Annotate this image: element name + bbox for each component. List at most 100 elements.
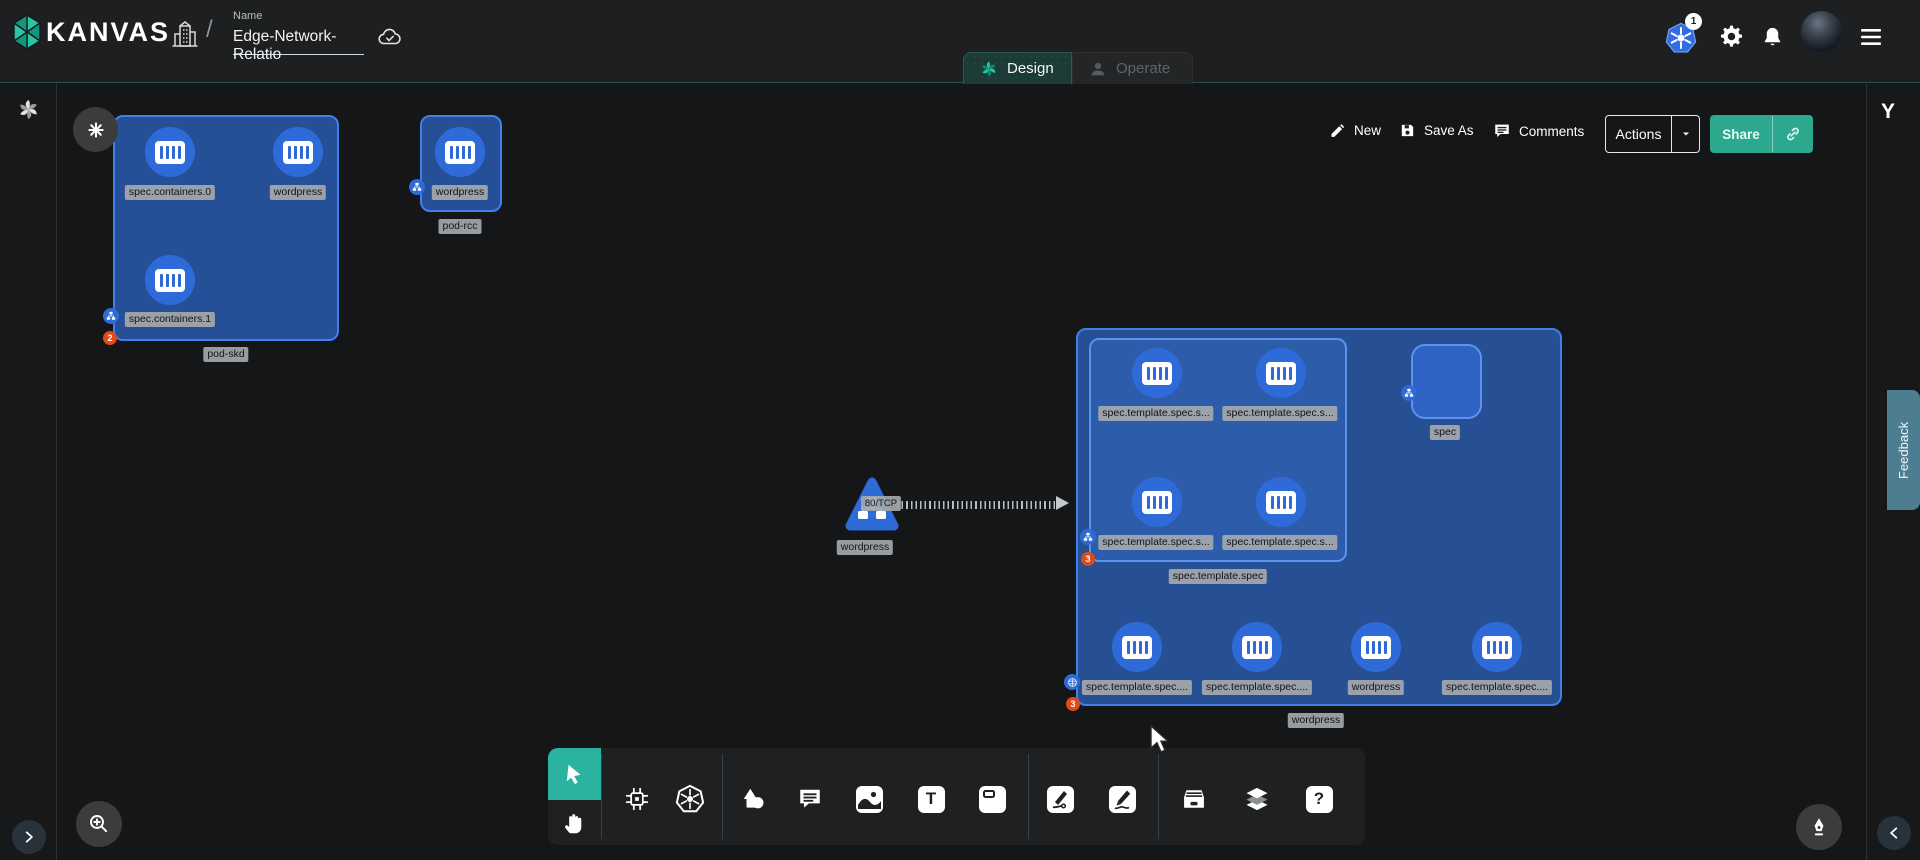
tool-component-library[interactable]	[616, 777, 658, 821]
container-icon	[1122, 636, 1152, 659]
hamburger-menu-icon[interactable]	[1859, 26, 1883, 48]
operate-person-icon	[1089, 60, 1107, 78]
settings-gear-icon[interactable]	[1719, 24, 1744, 49]
notifications-bell-icon[interactable]	[1761, 25, 1784, 49]
node-deployment-2[interactable]	[1351, 622, 1401, 672]
tool-sticky-note[interactable]	[971, 777, 1013, 821]
share-button-label: Share	[1710, 127, 1772, 142]
group-label-pod-skd: pod-skd	[203, 347, 248, 362]
toolbar-divider	[1028, 754, 1029, 839]
service-label: wordpress	[837, 540, 893, 555]
container-icon	[155, 141, 185, 164]
breadcrumb-separator: /	[206, 16, 213, 44]
kanvas-wordmark: KANVAS	[46, 17, 170, 48]
text-tool-icon: T	[918, 786, 945, 813]
tool-help[interactable]: ?	[1298, 777, 1340, 821]
cursor-select-icon	[564, 763, 586, 785]
comments-button[interactable]: Comments	[1493, 122, 1584, 140]
edge-arrowhead-icon	[1056, 496, 1069, 510]
node-label: wordpress	[432, 185, 488, 200]
toolbar-divider	[722, 754, 723, 839]
tool-kubernetes[interactable]	[669, 777, 711, 821]
toolbar-divider	[1158, 754, 1159, 839]
chevron-left-icon	[1887, 826, 1901, 840]
actions-dropdown-toggle[interactable]	[1672, 128, 1699, 140]
node-deployment-1[interactable]	[1232, 622, 1282, 672]
node-wordpress-skd[interactable]	[273, 127, 323, 177]
node-spec-containers-1[interactable]	[145, 255, 195, 305]
tool-pencil[interactable]	[1101, 777, 1143, 821]
pen-nib-icon	[1808, 816, 1830, 838]
tool-select[interactable]	[548, 748, 601, 800]
organization-icon[interactable]	[172, 20, 198, 48]
tool-layers[interactable]	[1236, 777, 1278, 821]
caret-down-icon	[1680, 128, 1692, 140]
user-avatar[interactable]	[1801, 11, 1842, 52]
tab-design[interactable]: Design	[963, 52, 1072, 84]
expand-left-panel-button[interactable]	[12, 820, 46, 854]
sticky-note-icon	[979, 786, 1006, 813]
node-label: spec.template.spec.s...	[1222, 406, 1337, 421]
tab-operate-label: Operate	[1116, 60, 1170, 77]
dock-toggle-button[interactable]	[73, 107, 118, 152]
tool-text[interactable]: T	[910, 777, 952, 821]
node-spec[interactable]	[1411, 344, 1482, 419]
container-icon	[1266, 362, 1296, 385]
zoom-in-button[interactable]	[76, 801, 122, 847]
node-spec-containers-0[interactable]	[145, 127, 195, 177]
save-as-button[interactable]: Save As	[1399, 122, 1474, 139]
pod-skd-count-badge[interactable]: 2	[103, 331, 117, 345]
share-nodes-icon	[412, 182, 422, 192]
template-count-badge[interactable]: 3	[1081, 552, 1095, 566]
deployment-relationship-badge[interactable]	[1064, 674, 1080, 690]
toolbar-divider	[601, 754, 602, 839]
tool-pan[interactable]	[556, 806, 594, 840]
tab-operate[interactable]: Operate	[1072, 52, 1193, 84]
kanvas-app: KANVAS / Name Edge-Network-Relatio	[0, 0, 1920, 860]
group-spec-template-spec[interactable]	[1089, 338, 1347, 562]
node-wordpress-rcc[interactable]	[435, 127, 485, 177]
node-deployment-0[interactable]	[1112, 622, 1162, 672]
tool-comment[interactable]	[789, 777, 831, 821]
tool-shapes[interactable]	[732, 777, 774, 821]
service-edge[interactable]	[897, 501, 1057, 509]
node-template-0[interactable]	[1132, 348, 1182, 398]
feedback-tab[interactable]: Feedback	[1887, 390, 1920, 510]
left-strip	[0, 84, 57, 860]
container-icon	[1361, 636, 1391, 659]
copy-link-button[interactable]	[1773, 125, 1813, 143]
group-label-template: spec.template.spec	[1169, 569, 1267, 584]
deployment-count-badge[interactable]: 3	[1066, 697, 1080, 711]
node-deployment-3[interactable]	[1472, 622, 1522, 672]
kubernetes-helm-icon	[675, 784, 705, 814]
node-template-2[interactable]	[1132, 477, 1182, 527]
pod-skd-relationship-badge[interactable]	[103, 308, 119, 324]
tool-drawer[interactable]	[1173, 777, 1215, 821]
node-label: spec.template.spec.s...	[1222, 535, 1337, 550]
comments-button-label: Comments	[1519, 124, 1584, 139]
design-name-input[interactable]: Edge-Network-Relatio	[233, 28, 364, 55]
help-icon: ?	[1306, 786, 1333, 813]
spec-relationship-badge[interactable]	[1401, 385, 1417, 401]
tool-image[interactable]	[848, 777, 890, 821]
tool-pen[interactable]	[1039, 777, 1081, 821]
container-icon	[1242, 636, 1272, 659]
image-icon	[856, 786, 883, 813]
pen-mode-button[interactable]	[1796, 804, 1842, 850]
edge-port-label: 80/TCP	[861, 496, 901, 511]
node-label: spec.template.spec....	[1202, 680, 1312, 695]
actions-button[interactable]: Actions	[1605, 115, 1700, 153]
pod-rcc-relationship-badge[interactable]	[409, 179, 425, 195]
actions-button-label: Actions	[1606, 126, 1671, 142]
node-template-3[interactable]	[1256, 477, 1306, 527]
node-template-1[interactable]	[1256, 348, 1306, 398]
tab-design-label: Design	[1007, 60, 1054, 77]
share-button[interactable]: Share	[1710, 115, 1813, 153]
container-icon	[445, 141, 475, 164]
yaml-panel-toggle[interactable]: Y	[1881, 100, 1895, 124]
collapse-right-panel-button[interactable]	[1877, 816, 1911, 850]
template-relationship-badge[interactable]	[1080, 529, 1096, 545]
new-button[interactable]: New	[1329, 122, 1381, 139]
node-label: spec.template.spec.s...	[1098, 406, 1213, 421]
container-icon	[283, 141, 313, 164]
